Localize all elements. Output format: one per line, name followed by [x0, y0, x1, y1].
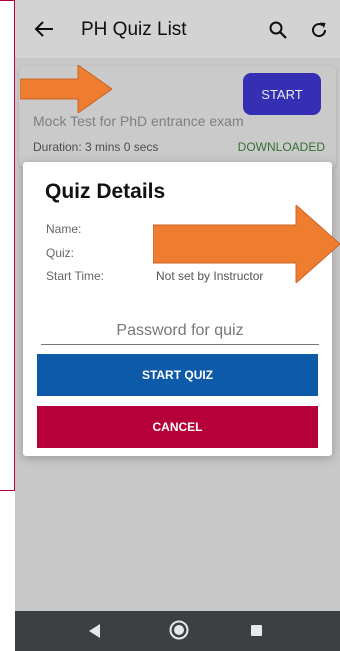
- dialog-title: Quiz Details: [45, 180, 166, 203]
- quiz-label: Quiz:: [46, 246, 75, 260]
- system-nav-bar: [15, 611, 340, 651]
- nav-home-icon[interactable]: [169, 620, 189, 640]
- name-label: Name:: [46, 222, 82, 236]
- start-time-label: Start Time:: [46, 269, 105, 283]
- nav-back-icon[interactable]: [89, 624, 101, 638]
- phone-screen: PH Quiz List START Mock Test for PhD ent…: [15, 0, 340, 651]
- annotation-arrow-icon: [153, 205, 340, 283]
- annotation-frame-bottom: [0, 490, 15, 491]
- cancel-button[interactable]: CANCEL: [37, 406, 318, 448]
- annotation-arrow-icon: [20, 65, 112, 113]
- start-quiz-button[interactable]: START QUIZ: [37, 354, 318, 396]
- password-input[interactable]: [41, 318, 319, 345]
- annotation-frame-top: [0, 0, 15, 1]
- nav-recent-icon[interactable]: [251, 625, 262, 636]
